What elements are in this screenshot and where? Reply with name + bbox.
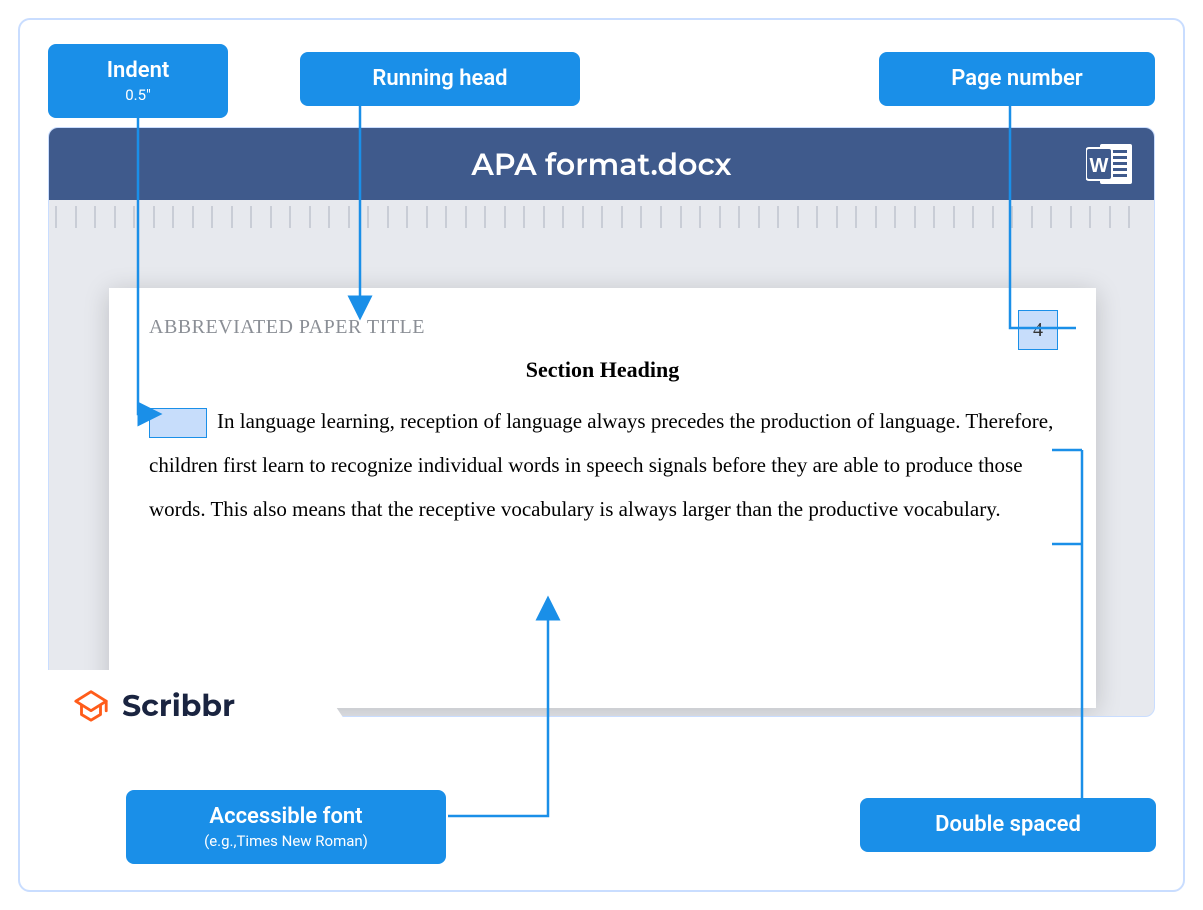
body-text: In language learning, reception of langu… [149,409,1053,521]
label-page-number-text: Page number [951,66,1082,91]
label-accessible-font-title: Accessible font [209,804,362,829]
page-number-box: 4 [1018,310,1058,350]
page-number-value: 4 [1033,319,1043,342]
svg-text:W: W [1090,155,1109,177]
document-page: ABBREVIATED PAPER TITLE 4 Section Headin… [109,288,1096,708]
title-bar: APA format.docx W [49,128,1154,200]
label-page-number: Page number [879,52,1155,106]
label-accessible-font-sub: (e.g.,Times New Roman) [154,832,418,850]
indent-highlight [149,408,207,438]
scribbr-brand-text: Scribbr [122,687,235,724]
document-window: APA format.docx W ABBREVIATED PAPER TITL… [48,127,1155,717]
label-indent: Indent 0.5" [48,44,228,118]
label-running-head-text: Running head [372,66,507,91]
section-heading: Section Heading [149,357,1056,383]
label-indent-title: Indent [107,58,170,83]
word-icon: W [1086,142,1134,186]
scribbr-logo-icon [72,686,110,724]
label-indent-sub: 0.5" [76,86,200,104]
scribbr-badge: Scribbr [48,670,358,740]
running-head-text: ABBREVIATED PAPER TITLE [149,316,1056,339]
body-paragraph: In language learning, reception of langu… [149,399,1056,531]
label-double-spaced-text: Double spaced [935,812,1081,837]
ruler [49,200,1154,234]
label-accessible-font: Accessible font (e.g.,Times New Roman) [126,790,446,864]
label-double-spaced: Double spaced [860,798,1156,852]
document-filename: APA format.docx [471,146,731,183]
label-running-head: Running head [300,52,580,106]
